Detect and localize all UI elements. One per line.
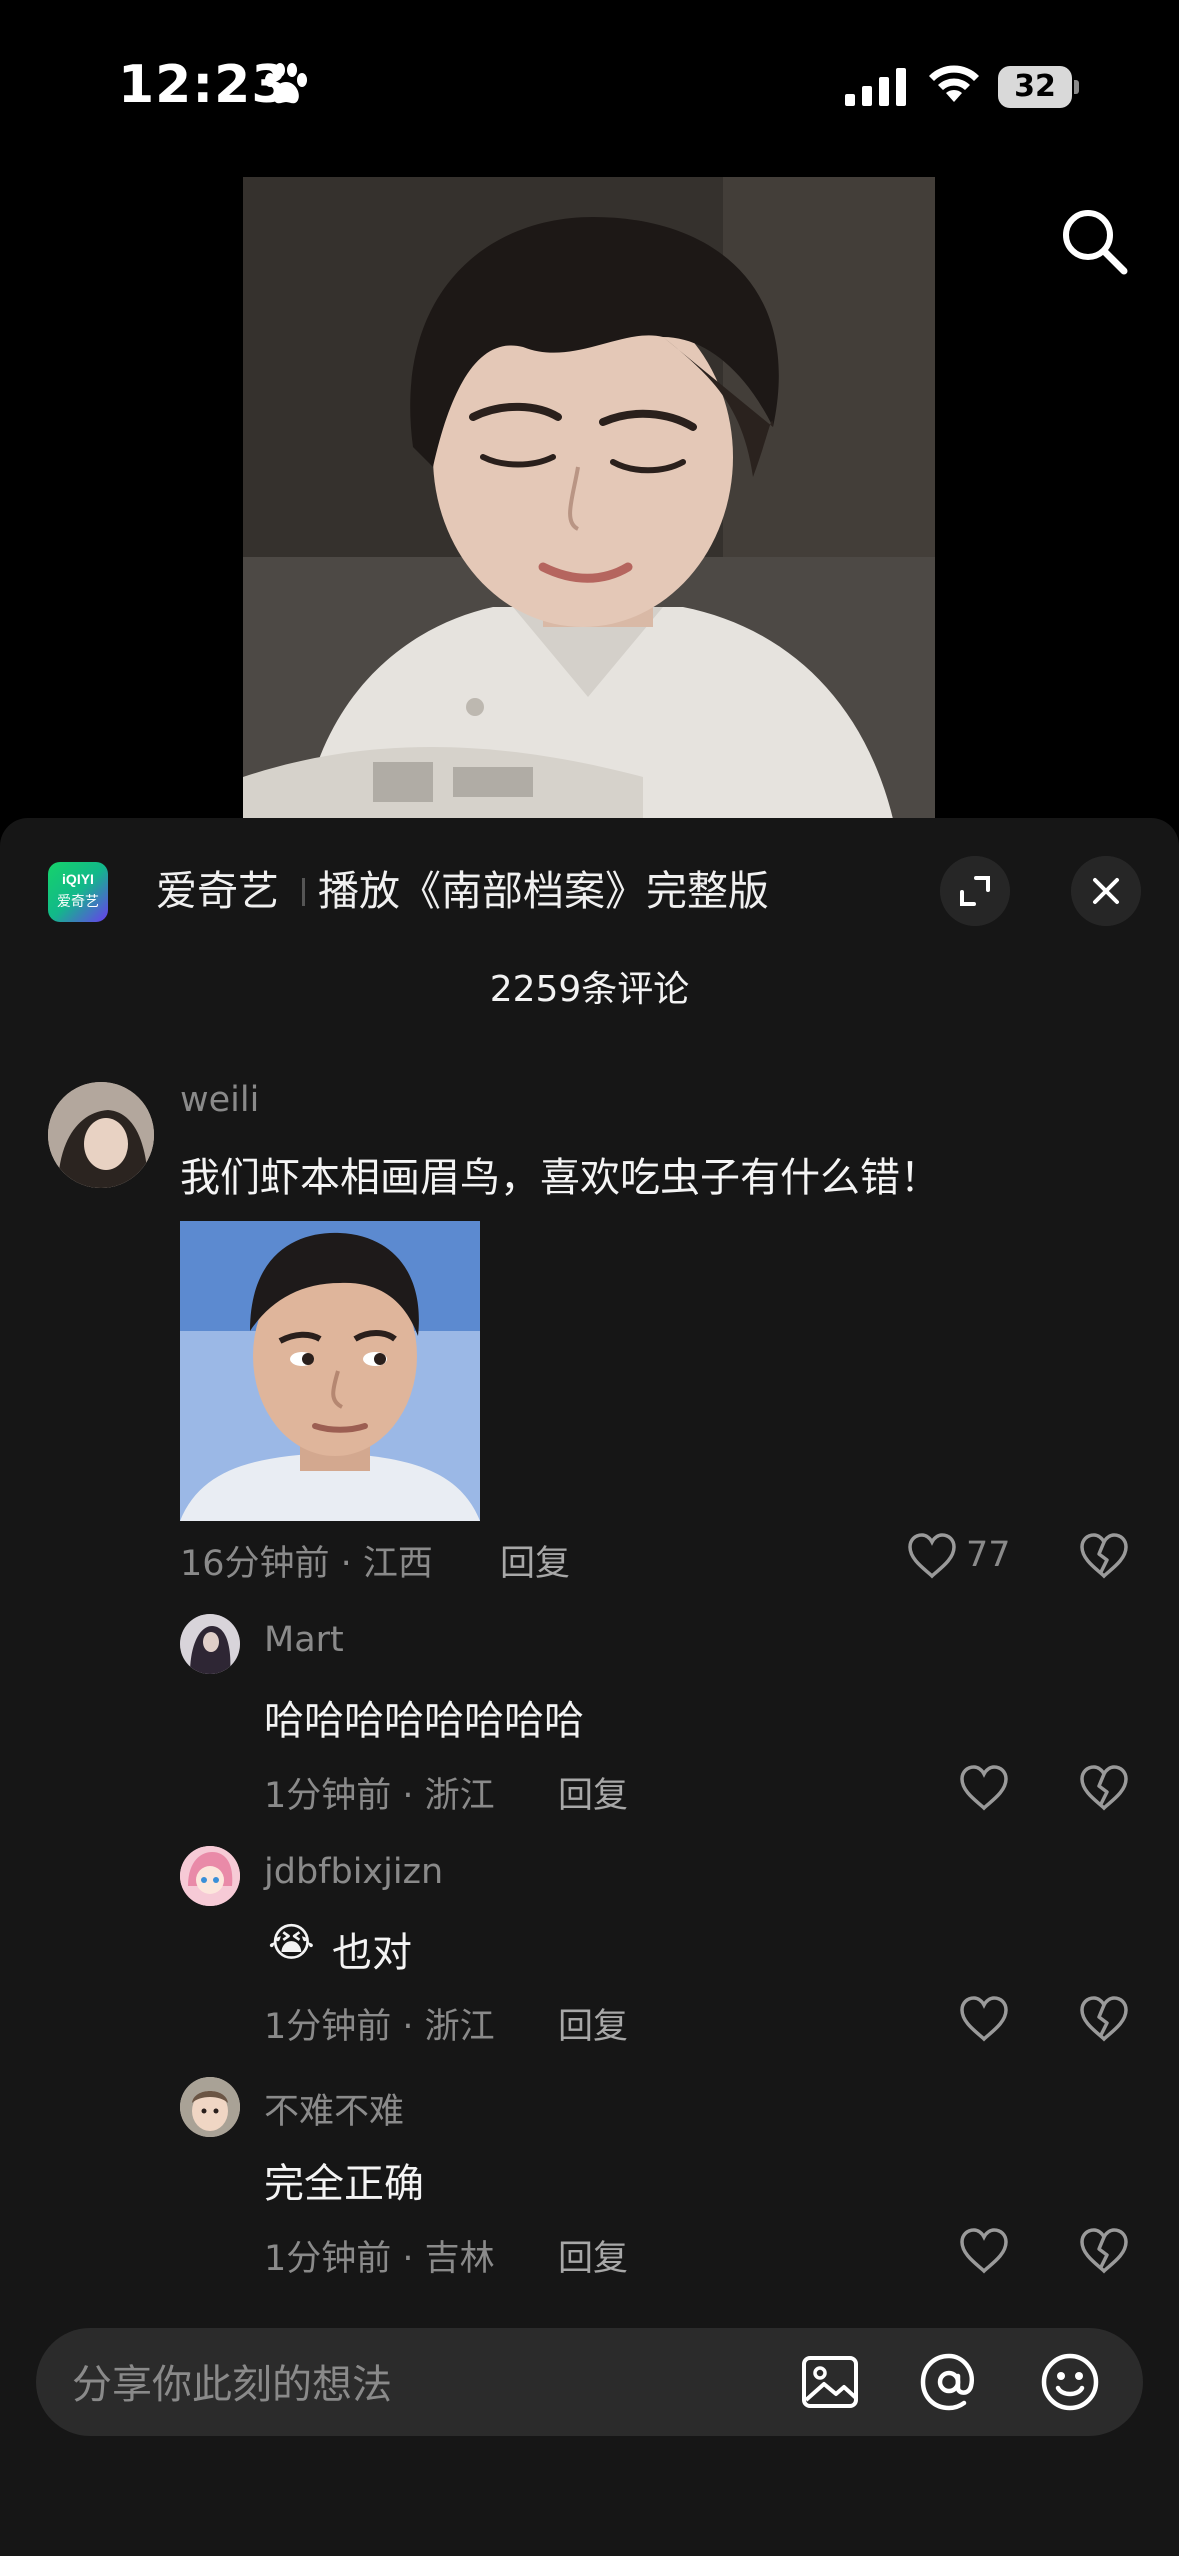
close-icon[interactable]: [1071, 856, 1141, 926]
avatar-image: [48, 1082, 154, 1188]
reply-button[interactable]: 回复: [558, 2230, 628, 2281]
iqiyi-app-logo[interactable]: iQIYI 爱奇艺: [48, 862, 108, 922]
reply-button[interactable]: 回复: [500, 1535, 570, 1586]
title-divider: [302, 878, 305, 906]
avatar[interactable]: [180, 1846, 240, 1906]
image-icon[interactable]: [798, 2350, 862, 2414]
heart-icon[interactable]: [958, 1764, 1010, 1812]
wifi-icon: [929, 65, 979, 102]
heart-icon[interactable]: [958, 1995, 1010, 2043]
dislike-broken-heart-icon[interactable]: [1078, 1764, 1130, 1812]
comment-text: 我们虾本相画眉鸟，喜欢吃虫子有什么错！: [180, 1155, 940, 1201]
emoji-icon[interactable]: [1038, 2350, 1102, 2414]
avatar[interactable]: [180, 1614, 240, 1674]
comment-meta: 1分钟前 · 吉林: [264, 2239, 495, 2279]
battery-indicator: 32: [998, 66, 1079, 108]
paw-icon: [265, 63, 307, 104]
search-icon[interactable]: [1058, 205, 1130, 277]
comment-text: 哈哈哈哈哈哈哈哈: [264, 1698, 584, 1744]
at-mention-icon[interactable]: [917, 2350, 981, 2414]
comment-text: 也对: [332, 1930, 412, 1976]
comment-meta: 1分钟前 · 浙江: [264, 1776, 495, 1816]
heart-icon[interactable]: [958, 2227, 1010, 2275]
battery-level: 32: [1014, 69, 1056, 104]
video-portrait-image: [243, 177, 935, 819]
avatar-image: [180, 1846, 240, 1906]
avatar[interactable]: [180, 2077, 240, 2137]
status-bar: 12:23 32: [0, 0, 1179, 170]
app-name[interactable]: 爱奇艺: [156, 862, 279, 920]
comment-emoji: 😭: [268, 1920, 315, 1966]
like-count: 77: [966, 1535, 1011, 1575]
comment-meta: 1分钟前 · 浙江: [264, 2007, 495, 2047]
logo-subtext: 爱奇艺: [57, 894, 99, 910]
avatar-image: [180, 2077, 240, 2137]
logo-text: iQIYI: [62, 871, 94, 887]
play-full-version-link[interactable]: 播放《南部档案》完整版: [318, 862, 769, 920]
comment-username[interactable]: 不难不难: [264, 2083, 404, 2134]
cellular-signal-icon: [845, 68, 906, 106]
expand-icon[interactable]: [940, 856, 1010, 926]
battery-cap: [1074, 80, 1079, 94]
avatar[interactable]: [48, 1082, 154, 1188]
comment-meta: 16分钟前 · 江西: [180, 1544, 433, 1584]
heart-icon[interactable]: [906, 1532, 958, 1580]
comment-input-placeholder[interactable]: 分享你此刻的想法: [72, 2352, 392, 2410]
comment-username[interactable]: jdbfbixjizn: [264, 1852, 443, 1892]
comment-username[interactable]: Mart: [264, 1620, 344, 1660]
comment-text: 完全正确: [264, 2161, 424, 2207]
reply-button[interactable]: 回复: [558, 1767, 628, 1818]
comment-count: 2259条评论: [489, 969, 690, 1010]
avatar-image: [180, 1614, 240, 1674]
comment-sticker-image[interactable]: [180, 1221, 480, 1521]
video-thumbnail[interactable]: [243, 177, 935, 819]
dislike-broken-heart-icon[interactable]: [1078, 1995, 1130, 2043]
reply-button[interactable]: 回复: [558, 1998, 628, 2049]
comment-username[interactable]: weili: [180, 1080, 259, 1120]
dislike-broken-heart-icon[interactable]: [1078, 1532, 1130, 1580]
comment-sheet: [0, 818, 1179, 2556]
meme-face-image: [180, 1221, 480, 1521]
dislike-broken-heart-icon[interactable]: [1078, 2227, 1130, 2275]
